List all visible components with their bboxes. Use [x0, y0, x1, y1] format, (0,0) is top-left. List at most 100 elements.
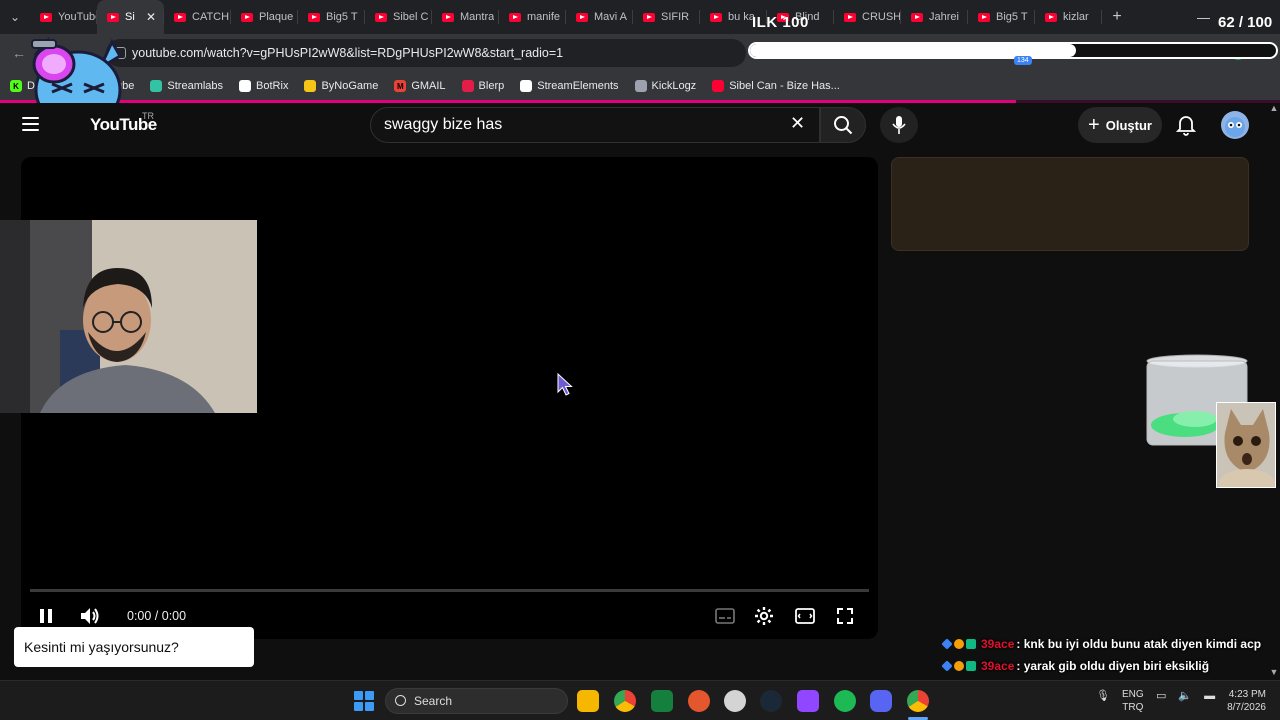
steam-icon[interactable] — [760, 690, 782, 712]
browser-tab[interactable]: YouTube — [30, 0, 97, 34]
display-icon[interactable]: ▭ — [1156, 689, 1166, 702]
progress-scrubber[interactable] — [30, 589, 869, 592]
discord-icon[interactable] — [870, 690, 892, 712]
chrome-icon[interactable] — [614, 690, 636, 712]
toast-text: Kesinti mi yaşıyorsunuz? — [24, 639, 179, 655]
bookmark-item[interactable]: Blerp — [461, 80, 504, 92]
cat-photo-image — [1217, 403, 1275, 487]
bookmark-item[interactable]: Sibel Can - Bize Has... — [712, 80, 840, 92]
browser-tab[interactable]: manife — [499, 0, 566, 34]
obs-icon[interactable] — [724, 690, 746, 712]
mouse-cursor-icon — [557, 373, 573, 396]
bookmark-item[interactable]: ByNoGame — [304, 80, 378, 92]
notifications-bell-icon[interactable] — [1176, 114, 1196, 136]
bookmark-label: ByNoGame — [321, 80, 379, 92]
file-explorer-icon[interactable] — [577, 690, 599, 712]
pause-icon[interactable] — [39, 605, 53, 627]
browser-tab[interactable]: Mantra — [432, 0, 499, 34]
bookmark-item[interactable]: StreamElements — [520, 80, 619, 92]
account-avatar[interactable] — [1221, 111, 1249, 139]
volume-icon[interactable] — [79, 605, 101, 627]
tab-label: Jahrei — [929, 11, 959, 23]
settings-gear-icon[interactable] — [754, 605, 774, 627]
search-value: swaggy bize has — [384, 116, 503, 133]
goal-counter: 62 / 100 — [1218, 14, 1273, 31]
bookmark-label: Streamlabs — [167, 80, 224, 92]
bookmark-item[interactable]: Streamlabs — [150, 80, 223, 92]
youtube-favicon-icon — [576, 12, 588, 22]
bookmark-favicon-icon — [239, 80, 252, 92]
bookmarks-bar: KDARDYouTubeStreamlabsBotRixByNoGameMGMA… — [0, 72, 1280, 100]
twitch-studio-icon[interactable] — [797, 690, 819, 712]
browser-tab[interactable]: Mavi A — [566, 0, 633, 34]
youtube-favicon-icon — [107, 12, 119, 22]
bookmark-item[interactable]: BotRix — [239, 80, 288, 92]
bookmark-favicon-icon — [150, 80, 163, 92]
theater-mode-icon[interactable] — [795, 605, 815, 627]
spark-app-icon[interactable] — [688, 690, 710, 712]
chrome-active-icon[interactable] — [907, 690, 929, 712]
system-tray-icons: ▭ 🔈 ▬ — [1156, 689, 1215, 703]
youtube-favicon-icon — [911, 12, 923, 22]
youtube-favicon-icon — [844, 12, 856, 22]
language-indicator[interactable]: ENG TRQ — [1122, 688, 1144, 714]
bookmark-favicon-icon — [634, 80, 647, 92]
browser-tab[interactable]: Plaque — [231, 0, 298, 34]
taskbar-search[interactable]: Search — [385, 688, 568, 714]
tab-label: Big5 T — [996, 11, 1028, 23]
youtube-favicon-icon — [174, 12, 186, 22]
browser-tab[interactable]: Jahrei — [901, 0, 968, 34]
speaker-icon[interactable]: 🔈 — [1178, 689, 1192, 702]
browser-tab[interactable]: CRUSH — [834, 0, 901, 34]
browser-tab[interactable]: Big5 T — [968, 0, 1035, 34]
battery-icon[interactable]: ▬ — [1204, 690, 1215, 702]
plus-icon: + — [1088, 114, 1100, 136]
chat-badge-icon — [966, 661, 976, 671]
chat-badge-icon — [941, 660, 953, 672]
chat-username: 39ace — [981, 659, 1015, 673]
spotify-icon[interactable] — [834, 690, 856, 712]
minimize-icon[interactable]: — — [1197, 10, 1210, 25]
bookmark-favicon-icon — [461, 80, 474, 92]
bookmark-favicon-icon — [304, 80, 317, 92]
language-top: ENG — [1122, 689, 1144, 700]
search-button[interactable] — [820, 107, 866, 143]
fullscreen-icon[interactable] — [836, 605, 854, 627]
clear-search-icon[interactable]: ✕ — [790, 113, 805, 134]
start-windows-icon[interactable] — [354, 691, 374, 711]
razer-icon[interactable] — [651, 690, 673, 712]
search-input[interactable]: swaggy bize has — [370, 107, 820, 143]
browser-tab[interactable]: CATCH — [164, 0, 231, 34]
youtube-favicon-icon — [978, 12, 990, 22]
menu-icon[interactable] — [22, 117, 39, 131]
connection-issue-toast[interactable]: Kesinti mi yaşıyorsunuz? — [14, 627, 254, 667]
clock-time: 4:23 PM — [1228, 689, 1266, 700]
address-url: youtube.com/watch?v=gPHUsPI2wW8&list=RDg… — [132, 46, 564, 60]
bookmark-favicon-icon: M — [394, 80, 407, 92]
scroll-up-arrow-icon[interactable]: ▲ — [1268, 103, 1280, 113]
browser-tab[interactable]: kizlar — [1035, 0, 1102, 34]
bookmark-item[interactable]: M GMAIL — [394, 80, 446, 92]
tab-label: CRUSH — [862, 11, 901, 23]
new-tab-button[interactable]: + — [1102, 8, 1132, 26]
create-button[interactable]: + Oluştur — [1078, 107, 1162, 143]
browser-tab[interactable]: SIFIR — [633, 0, 700, 34]
account-avatar-icon — [1225, 117, 1245, 137]
browser-tab[interactable]: Sibel C — [365, 0, 432, 34]
voice-search-button[interactable] — [880, 107, 918, 143]
taskbar-clock[interactable]: 4:23 PM 8/7/2026 — [1222, 688, 1266, 714]
browser-tab[interactable]: Si ✕ — [97, 0, 164, 34]
tab-close-icon[interactable]: ✕ — [146, 10, 156, 24]
region-code: TR — [142, 111, 154, 121]
tab-search-chevron-icon[interactable]: ⌄ — [0, 0, 30, 34]
bookmark-item[interactable]: KickLogz — [634, 80, 696, 92]
taskbar: Search 🎙 ENG TRQ ▭ 🔈 ▬ 4:23 PM 8/7/2026 — [0, 680, 1280, 720]
youtube-favicon-icon — [509, 12, 521, 22]
tab-label: SIFIR — [661, 11, 690, 23]
address-bar[interactable]: youtube.com/watch?v=gPHUsPI2wW8&list=RDg… — [106, 39, 746, 67]
chat-message: 39ace: yarak gib oldu diyen biri eksikli… — [941, 655, 1272, 677]
browser-tab[interactable]: Big5 T — [298, 0, 365, 34]
subtitles-icon[interactable] — [715, 605, 735, 627]
microphone-tray-icon[interactable]: 🎙 — [1096, 689, 1110, 702]
youtube-favicon-icon — [1045, 12, 1057, 22]
